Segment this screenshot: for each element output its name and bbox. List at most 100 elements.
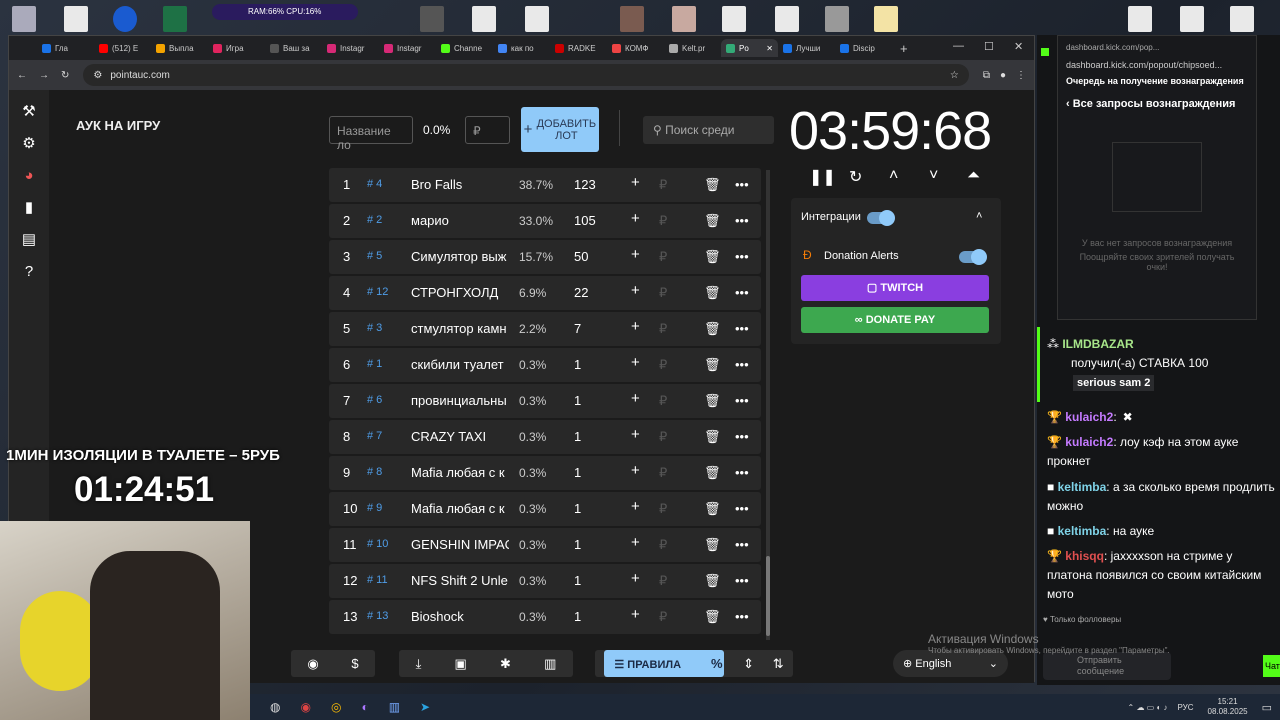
lot-amount[interactable]: 1 bbox=[574, 393, 581, 408]
excel-icon[interactable] bbox=[163, 6, 187, 32]
chat-username[interactable]: keltimba bbox=[1058, 480, 1107, 494]
lot-amount[interactable]: 123 bbox=[574, 177, 596, 192]
chevron-up-icon[interactable]: ˄ bbox=[889, 167, 898, 185]
lot-amount[interactable]: 1 bbox=[574, 537, 581, 552]
file-icon[interactable] bbox=[1180, 6, 1204, 32]
lot-row[interactable]: 12 # 11 NFS Shift 2 Unle 0.3% 1 + ₽ 🗑 ••• bbox=[329, 564, 761, 598]
browser-tab[interactable]: Discip bbox=[835, 39, 892, 57]
stats-icon[interactable]: ▥ bbox=[389, 700, 400, 714]
lot-amount[interactable]: 1 bbox=[574, 501, 581, 516]
search-input[interactable]: ⚲ Поиск среди bbox=[643, 116, 774, 144]
forward-icon[interactable]: → bbox=[39, 70, 49, 81]
stats-chart-icon[interactable]: ▮ bbox=[9, 192, 49, 224]
clipboard-icon[interactable]: ▤ bbox=[9, 224, 49, 256]
add-amount-icon[interactable]: + bbox=[631, 246, 640, 263]
more-icon[interactable]: ••• bbox=[735, 285, 749, 300]
trash-icon[interactable]: 🗑 bbox=[704, 393, 721, 409]
more-icon[interactable]: ••• bbox=[735, 501, 749, 516]
double-up-icon[interactable]: ⏶ bbox=[967, 167, 980, 185]
image-icon[interactable] bbox=[825, 6, 849, 32]
lot-amount[interactable]: 1 bbox=[574, 609, 581, 624]
lot-amount[interactable]: 1 bbox=[574, 573, 581, 588]
file-icon[interactable] bbox=[1128, 6, 1152, 32]
bookmark-star-icon[interactable]: ☆ bbox=[950, 70, 959, 81]
delete-all-icon[interactable]: ▥ bbox=[544, 656, 556, 672]
integrations-toggle[interactable] bbox=[867, 210, 895, 226]
clock[interactable]: 15:21 08.08.2025 bbox=[1208, 697, 1248, 717]
more-icon[interactable]: ••• bbox=[735, 321, 749, 336]
lot-amount[interactable]: 1 bbox=[574, 357, 581, 372]
trash-icon[interactable]: 🗑 bbox=[704, 573, 721, 589]
lot-amount[interactable]: 1 bbox=[574, 465, 581, 480]
lot-row[interactable]: 9 # 8 Mafia любая с к 0.3% 1 + ₽ 🗑 ••• bbox=[329, 456, 761, 490]
bug-icon[interactable]: ✱ bbox=[500, 656, 511, 672]
trash-icon[interactable]: 🗑 bbox=[704, 537, 721, 553]
lot-name[interactable]: GENSHIN IMPAC bbox=[411, 537, 509, 552]
url-field[interactable]: ⚙ pointauc.com ☆ bbox=[83, 64, 969, 86]
add-amount-icon[interactable]: + bbox=[631, 606, 640, 623]
wheel-icon[interactable]: ◕ bbox=[9, 160, 49, 192]
browser-tab[interactable]: Игра bbox=[208, 39, 265, 57]
lot-name[interactable]: стмулятор камн bbox=[411, 321, 509, 336]
lot-name[interactable]: Bro Falls bbox=[411, 177, 509, 192]
add-amount-icon[interactable]: + bbox=[631, 462, 640, 479]
more-icon[interactable]: ••• bbox=[735, 249, 749, 264]
browser-tab[interactable]: Instagr bbox=[379, 39, 436, 57]
help-icon[interactable]: ? bbox=[9, 256, 49, 288]
reset-icon[interactable]: ↻ bbox=[849, 167, 862, 187]
browser-tab[interactable]: Гла bbox=[37, 39, 94, 57]
browser-tab[interactable]: Выпла bbox=[151, 39, 208, 57]
browser-tab-active[interactable]: Po ✕ bbox=[721, 39, 778, 57]
github-icon[interactable]: ◉ bbox=[307, 656, 318, 672]
lot-name[interactable]: Симулятор выж bbox=[411, 249, 509, 264]
add-amount-icon[interactable]: + bbox=[631, 426, 640, 443]
pause-icon[interactable]: ❚❚ bbox=[809, 167, 836, 187]
add-lot-button[interactable]: + ДОБАВИТЬ ЛОТ bbox=[521, 107, 599, 152]
telegram-icon[interactable]: ➤ bbox=[420, 700, 430, 714]
file-icon[interactable] bbox=[472, 6, 496, 32]
add-amount-icon[interactable]: + bbox=[631, 534, 640, 551]
reward-user[interactable]: ILMDBAZAR bbox=[1062, 337, 1133, 351]
chrome-icon[interactable]: ◎ bbox=[331, 700, 341, 714]
trash-icon[interactable]: 🗑 bbox=[704, 609, 721, 625]
add-amount-icon[interactable]: + bbox=[631, 390, 640, 407]
browser-tab[interactable]: Ваш за bbox=[265, 39, 322, 57]
lot-name-input[interactable]: Название ло bbox=[329, 116, 413, 152]
scrollbar[interactable] bbox=[766, 170, 770, 640]
lot-amount[interactable]: 7 bbox=[574, 321, 581, 336]
add-amount-icon[interactable]: + bbox=[631, 174, 640, 191]
dollar-icon[interactable]: $ bbox=[351, 656, 358, 671]
trash-icon[interactable]: 🗑 bbox=[704, 285, 721, 301]
more-icon[interactable]: ••• bbox=[735, 213, 749, 228]
file-icon[interactable] bbox=[775, 6, 799, 32]
browser-tab[interactable]: КОМФ bbox=[607, 39, 664, 57]
chat-username[interactable]: kulaich2 bbox=[1065, 410, 1113, 424]
tray-icons[interactable]: ⌃ ☁ ▭ ◐ ♪ bbox=[1128, 703, 1168, 712]
lot-amount-input[interactable]: ₽ bbox=[465, 116, 510, 144]
more-icon[interactable]: ••• bbox=[735, 393, 749, 408]
taskbar-app-icon[interactable]: ◐ bbox=[361, 700, 368, 714]
file-icon[interactable] bbox=[722, 6, 746, 32]
lot-amount[interactable]: 22 bbox=[574, 285, 588, 300]
settings-gear-icon[interactable]: ⚙ bbox=[9, 128, 49, 160]
lot-name[interactable]: Mafia любая с к bbox=[411, 465, 509, 480]
trash-icon[interactable]: 🗑 bbox=[704, 465, 721, 481]
file-icon[interactable] bbox=[1230, 6, 1254, 32]
lot-row[interactable]: 8 # 7 CRAZY TAXI 0.3% 1 + ₽ 🗑 ••• bbox=[329, 420, 761, 454]
image-icon[interactable] bbox=[620, 6, 644, 32]
chat-username[interactable]: khisqq bbox=[1065, 549, 1104, 563]
recycle-bin-icon[interactable] bbox=[12, 6, 36, 32]
chat-username[interactable]: keltimba bbox=[1058, 524, 1107, 538]
more-icon[interactable]: ••• bbox=[735, 537, 749, 552]
reload-icon[interactable]: ↻ bbox=[61, 70, 69, 81]
lot-row[interactable]: 4 # 12 СТРОНГХОЛД 6.9% 22 + ₽ 🗑 ••• bbox=[329, 276, 761, 310]
notifications-icon[interactable]: ▭ bbox=[1262, 701, 1272, 714]
browser-tab[interactable]: RADKE bbox=[550, 39, 607, 57]
maximize-icon[interactable]: ☐ bbox=[984, 40, 994, 53]
scrollbar-thumb[interactable] bbox=[766, 556, 770, 636]
more-icon[interactable]: ••• bbox=[735, 465, 749, 480]
lot-name[interactable]: марио bbox=[411, 213, 509, 228]
browser-tab[interactable]: Лучши bbox=[778, 39, 835, 57]
file-icon[interactable] bbox=[525, 6, 549, 32]
donatepay-button[interactable]: ∞ DONATE PAY bbox=[801, 307, 989, 333]
